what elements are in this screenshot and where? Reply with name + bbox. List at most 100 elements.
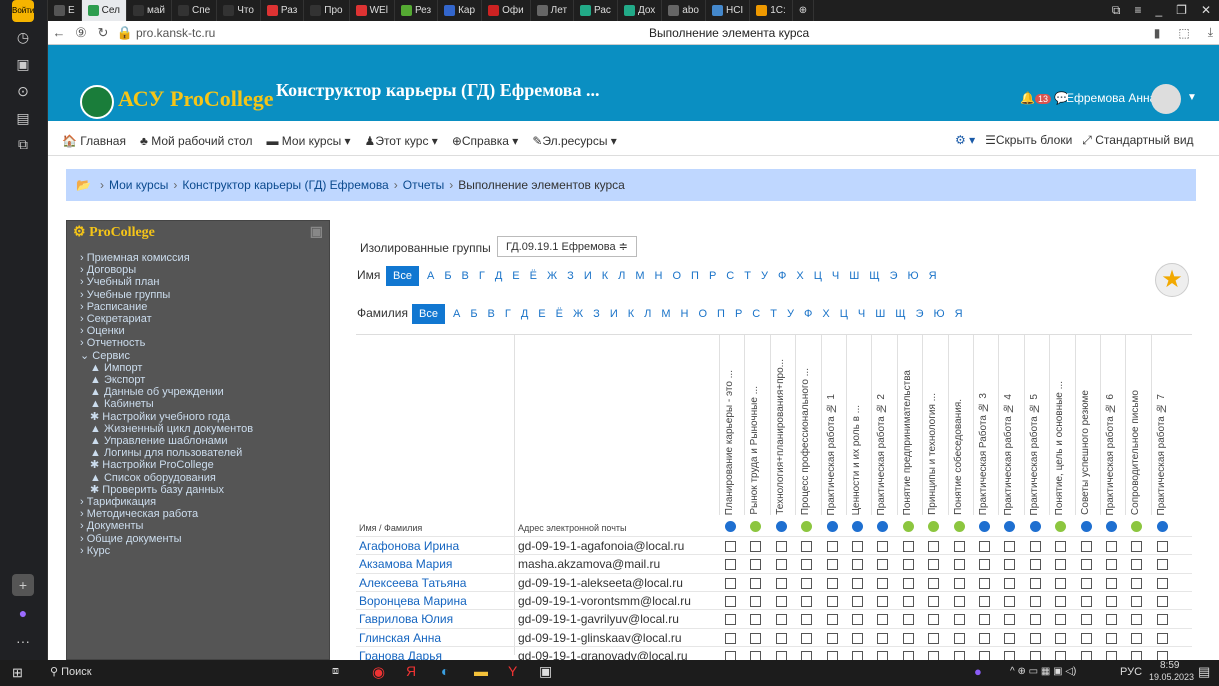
yandex-icon[interactable]: ⑨: [70, 25, 92, 41]
logo-icon[interactable]: [80, 85, 114, 119]
surname-filter-letter-14[interactable]: О: [693, 308, 712, 320]
name-filter-letter-3[interactable]: Г: [474, 270, 490, 282]
completion-checkbox[interactable]: [877, 595, 889, 607]
edge-icon[interactable]: ◐: [441, 663, 449, 679]
name-filter-letter-23[interactable]: Ч: [827, 270, 844, 282]
name-filter-letter-15[interactable]: П: [686, 270, 704, 282]
completion-checkbox[interactable]: [902, 541, 914, 552]
completion-checkbox[interactable]: [826, 614, 838, 626]
col-email-header[interactable]: Адрес электронной почты: [518, 523, 627, 533]
name-filter-letter-21[interactable]: Х: [791, 270, 808, 282]
alice-icon[interactable]: ●: [12, 602, 34, 624]
activity-column-header[interactable]: Практическая работа № 1: [820, 335, 844, 515]
completion-checkbox[interactable]: [1106, 632, 1117, 644]
tab-9[interactable]: Кар: [438, 0, 483, 21]
completion-checkbox[interactable]: [852, 632, 863, 644]
completion-checkbox[interactable]: [928, 559, 940, 571]
completion-checkbox[interactable]: [801, 632, 813, 644]
extensions-icon[interactable]: ⬚: [1178, 26, 1207, 40]
student-name-link[interactable]: Агафонова Ирина: [359, 539, 459, 553]
name-filter-letter-19[interactable]: У: [756, 270, 773, 282]
completion-checkbox[interactable]: [1080, 632, 1092, 644]
nav-dashboard[interactable]: ♣ Мой рабочий стол: [140, 134, 252, 148]
tab-10[interactable]: Офи: [482, 0, 531, 21]
nav-help[interactable]: ⊕Справка ▾: [452, 134, 519, 148]
name-filter-letter-18[interactable]: Т: [739, 270, 756, 282]
menu-item-tariff[interactable]: › Тарификация: [80, 496, 328, 508]
student-name-link[interactable]: Воронцева Марина: [359, 594, 467, 608]
tab-6[interactable]: Про: [304, 0, 350, 21]
completion-checkbox[interactable]: [1156, 632, 1168, 644]
clock-date[interactable]: 19.05.2023: [1149, 672, 1194, 682]
tab-1[interactable]: Сел: [81, 0, 127, 21]
name-filter-letter-24[interactable]: Ш: [844, 270, 864, 282]
completion-checkbox[interactable]: [979, 541, 990, 552]
tab-16[interactable]: 1С:: [750, 0, 793, 21]
activity-column-header[interactable]: Практическая работа № 7: [1150, 335, 1174, 515]
name-filter-letter-10[interactable]: К: [597, 270, 613, 282]
completion-checkbox[interactable]: [775, 577, 787, 589]
submenu-year-settings[interactable]: ✱ Настройки учебного года: [80, 411, 328, 423]
name-filter-letter-27[interactable]: Ю: [903, 270, 924, 282]
tray-icons[interactable]: ^ ⊕ ▭ ▦ ▣ ◁): [1010, 666, 1076, 677]
completion-checkbox[interactable]: [801, 595, 813, 607]
language-indicator[interactable]: РУС: [1120, 666, 1142, 678]
surname-filter-letter-11[interactable]: Л: [639, 308, 656, 320]
activity-type-icon[interactable]: [750, 521, 762, 532]
completion-checkbox[interactable]: [877, 559, 889, 571]
completion-checkbox[interactable]: [775, 614, 787, 626]
star-icon[interactable]: ★: [1155, 263, 1189, 297]
yandex-icon[interactable]: Y: [508, 663, 517, 679]
student-name-link[interactable]: Алексеева Татьяна: [359, 576, 466, 590]
more-icon[interactable]: ···: [12, 630, 34, 652]
completion-checkbox[interactable]: [1055, 559, 1067, 571]
close-icon[interactable]: ✕: [1201, 3, 1211, 18]
completion-checkbox[interactable]: [928, 577, 940, 589]
surname-filter-letter-18[interactable]: Т: [765, 308, 782, 320]
tab-5[interactable]: Раз: [261, 0, 305, 21]
menu-item-contracts[interactable]: › Договоры: [80, 264, 328, 276]
completion-checkbox[interactable]: [928, 614, 940, 626]
completion-checkbox[interactable]: [852, 577, 863, 589]
tab-11[interactable]: Лет: [531, 0, 575, 21]
menu-icon[interactable]: ≡: [1134, 3, 1141, 18]
surname-filter-letter-6[interactable]: Ё: [551, 308, 568, 320]
completion-checkbox[interactable]: [826, 632, 838, 644]
notes-icon[interactable]: ▣: [12, 53, 34, 75]
completion-checkbox[interactable]: [1055, 632, 1067, 644]
activity-column-header[interactable]: Сопроводительное письмо: [1125, 335, 1148, 515]
windows-start-icon[interactable]: ⊞: [12, 665, 23, 681]
completion-checkbox[interactable]: [725, 632, 736, 644]
surname-filter-letter-1[interactable]: Б: [465, 308, 482, 320]
completion-checkbox[interactable]: [979, 632, 990, 644]
activity-type-icon[interactable]: [725, 521, 736, 532]
surname-filter-letter-21[interactable]: Х: [817, 308, 834, 320]
completion-checkbox[interactable]: [1004, 559, 1016, 571]
completion-checkbox[interactable]: [775, 541, 787, 552]
submenu-templates[interactable]: ▲ Управление шаблонами: [80, 435, 328, 447]
activity-type-icon[interactable]: [1131, 521, 1143, 532]
name-filter-letter-6[interactable]: Ё: [525, 270, 542, 282]
tab-12[interactable]: Рас: [574, 0, 618, 21]
surname-filter-letter-25[interactable]: Щ: [890, 308, 910, 320]
completion-checkbox[interactable]: [953, 595, 965, 607]
name-filter-letter-25[interactable]: Щ: [864, 270, 884, 282]
explorer-icon[interactable]: ▬: [474, 663, 488, 679]
completion-checkbox[interactable]: [1131, 559, 1143, 571]
activity-type-icon[interactable]: [801, 521, 813, 532]
notifications-icon[interactable]: ▤: [1198, 664, 1210, 680]
completion-checkbox[interactable]: [1080, 595, 1092, 607]
settings-gear-icon[interactable]: ⚙ ▾: [955, 133, 975, 148]
activity-column-header[interactable]: Понятие предпринимательства: [896, 335, 920, 515]
submenu-doc-lifecycle[interactable]: ▲ Жизненный цикл документов: [80, 423, 328, 435]
completion-checkbox[interactable]: [1055, 541, 1067, 552]
name-filter-letter-0[interactable]: А: [422, 270, 439, 282]
completion-checkbox[interactable]: [1106, 614, 1117, 626]
completion-checkbox[interactable]: [1080, 614, 1092, 626]
completion-checkbox[interactable]: [750, 614, 762, 626]
menu-item-documents[interactable]: › Документы: [80, 520, 328, 532]
completion-checkbox[interactable]: [826, 577, 838, 589]
menu-item-admission[interactable]: › Приемная комиссия: [80, 252, 328, 264]
completion-checkbox[interactable]: [826, 559, 838, 571]
tab-15[interactable]: НСI: [706, 0, 751, 21]
